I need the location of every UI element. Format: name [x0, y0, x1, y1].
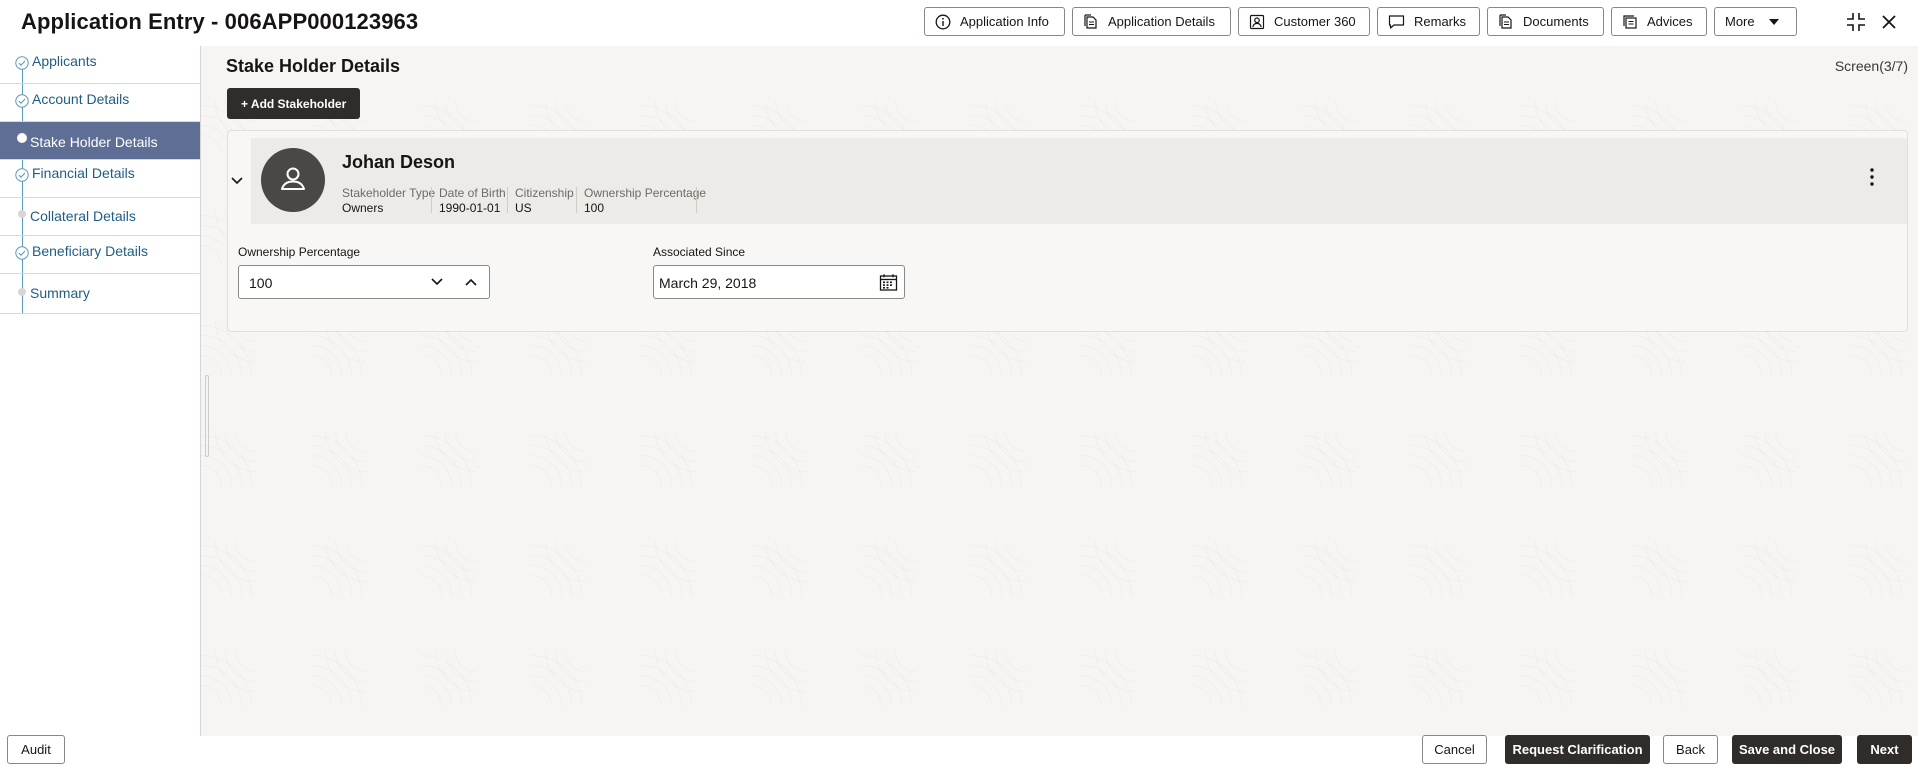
info-icon [935, 14, 951, 29]
sidebar-item-account-details[interactable]: Account Details [0, 84, 200, 122]
meta-key: Ownership Percentage [584, 186, 707, 200]
more-label: More [1725, 14, 1755, 29]
sidebar-item-label: Financial Details [32, 165, 135, 181]
documents-button[interactable]: Documents [1487, 7, 1604, 36]
current-step-dot [17, 133, 27, 143]
application-details-label: Application Details [1108, 14, 1215, 29]
sidebar-item-label: Collateral Details [30, 208, 136, 224]
customer-360-button[interactable]: Customer 360 [1238, 7, 1370, 36]
meta-divider [576, 187, 577, 213]
panel-resize-handle[interactable] [205, 375, 209, 457]
screen-counter: Screen(3/7) [1834, 58, 1908, 74]
meta-ownership-percentage: Ownership Percentage 100 [584, 186, 706, 215]
cancel-button[interactable]: Cancel [1422, 735, 1487, 764]
sidebar-item-label: Applicants [32, 53, 97, 69]
section-title: Stake Holder Details [226, 56, 401, 76]
user-card-icon [1249, 14, 1265, 29]
associated-since-value: March 29, 2018 [659, 275, 757, 291]
close-icon[interactable] [1878, 11, 1900, 33]
meta-value: US [515, 201, 532, 215]
remarks-button[interactable]: Remarks [1377, 7, 1480, 36]
advices-button[interactable]: Advices [1611, 7, 1707, 36]
document-icon [1084, 13, 1097, 29]
next-button[interactable]: Next [1857, 735, 1912, 764]
page-title: Application Entry - 006APP000123963 [21, 9, 419, 34]
kebab-menu-icon[interactable] [1862, 166, 1882, 188]
meta-key: Stakeholder Type [342, 186, 436, 200]
meta-divider [431, 187, 432, 213]
sidebar-nav: Applicants Account Details Stake Holder … [0, 46, 201, 736]
sidebar-item-financial-details[interactable]: Financial Details [0, 160, 200, 198]
sidebar-item-collateral-details[interactable]: Collateral Details [0, 198, 200, 236]
ownership-percentage-value: 100 [249, 275, 273, 291]
caret-down-icon [1768, 18, 1779, 25]
sidebar-item-beneficiary-details[interactable]: Beneficiary Details [0, 236, 200, 274]
meta-key: Citizenship [515, 186, 574, 200]
request-clarification-button[interactable]: Request Clarification [1505, 735, 1650, 764]
associated-since-label: Associated Since [653, 245, 746, 259]
application-details-button[interactable]: Application Details [1072, 7, 1231, 36]
add-stakeholder-button[interactable]: + Add Stakeholder [227, 88, 361, 119]
application-info-label: Application Info [960, 14, 1049, 29]
user-icon [281, 167, 305, 190]
decrement-chevron-icon[interactable] [430, 276, 444, 288]
stakeholder-name: Johan Deson [342, 152, 456, 172]
documents-label: Documents [1523, 14, 1589, 29]
ownership-percentage-label: Ownership Percentage [238, 245, 361, 259]
stakeholder-card: Johan Deson Stakeholder Type Owners Date… [227, 130, 1908, 332]
document-icon [1499, 13, 1512, 29]
customer-360-label: Customer 360 [1274, 14, 1356, 29]
application-info-button[interactable]: Application Info [924, 7, 1065, 36]
pending-step-dot [18, 210, 26, 218]
sidebar-item-summary[interactable]: Summary [0, 274, 200, 314]
associated-since-date-input[interactable]: March 29, 2018 [653, 265, 905, 299]
back-button[interactable]: Back [1663, 735, 1718, 764]
audit-button[interactable]: Audit [7, 735, 65, 764]
remarks-label: Remarks [1414, 14, 1467, 29]
meta-stakeholder-type: Stakeholder Type Owners [342, 186, 435, 215]
stakeholder-summary: Johan Deson Stakeholder Type Owners Date… [251, 138, 1907, 224]
sidebar-item-label: Summary [30, 285, 90, 301]
advices-icon [1623, 14, 1637, 29]
sidebar-item-label: Stake Holder Details [30, 134, 158, 150]
check-circle-icon [15, 94, 29, 108]
sidebar-item-label: Account Details [32, 91, 130, 107]
app-header: Application Entry - 006APP000123963 Appl… [0, 0, 1918, 47]
chevron-down-icon[interactable] [229, 172, 245, 188]
collapse-icon[interactable] [1845, 11, 1867, 33]
increment-chevron-icon[interactable] [464, 276, 478, 288]
meta-value: 100 [584, 201, 605, 215]
meta-divider [507, 187, 508, 213]
check-circle-icon [15, 168, 29, 182]
more-button[interactable]: More [1714, 7, 1797, 36]
sidebar-item-applicants[interactable]: Applicants [0, 46, 200, 84]
avatar [261, 148, 325, 212]
pending-step-dot [18, 288, 26, 296]
sidebar-item-label: Beneficiary Details [32, 243, 148, 259]
meta-value: Owners [342, 201, 384, 215]
meta-citizenship: Citizenship US [515, 186, 574, 215]
meta-value: 1990-01-01 [439, 201, 501, 215]
advices-label: Advices [1647, 14, 1693, 29]
meta-date-of-birth: Date of Birth 1990-01-01 [439, 186, 506, 215]
meta-key: Date of Birth [439, 186, 506, 200]
check-circle-icon [15, 56, 29, 70]
check-circle-icon [15, 246, 29, 260]
comment-icon [1388, 14, 1405, 29]
ownership-percentage-stepper[interactable]: 100 [238, 265, 490, 299]
calendar-icon[interactable] [879, 273, 898, 292]
meta-divider [696, 187, 697, 213]
save-and-close-button[interactable]: Save and Close [1732, 735, 1842, 764]
sidebar-item-stake-holder-details[interactable]: Stake Holder Details [0, 122, 200, 160]
